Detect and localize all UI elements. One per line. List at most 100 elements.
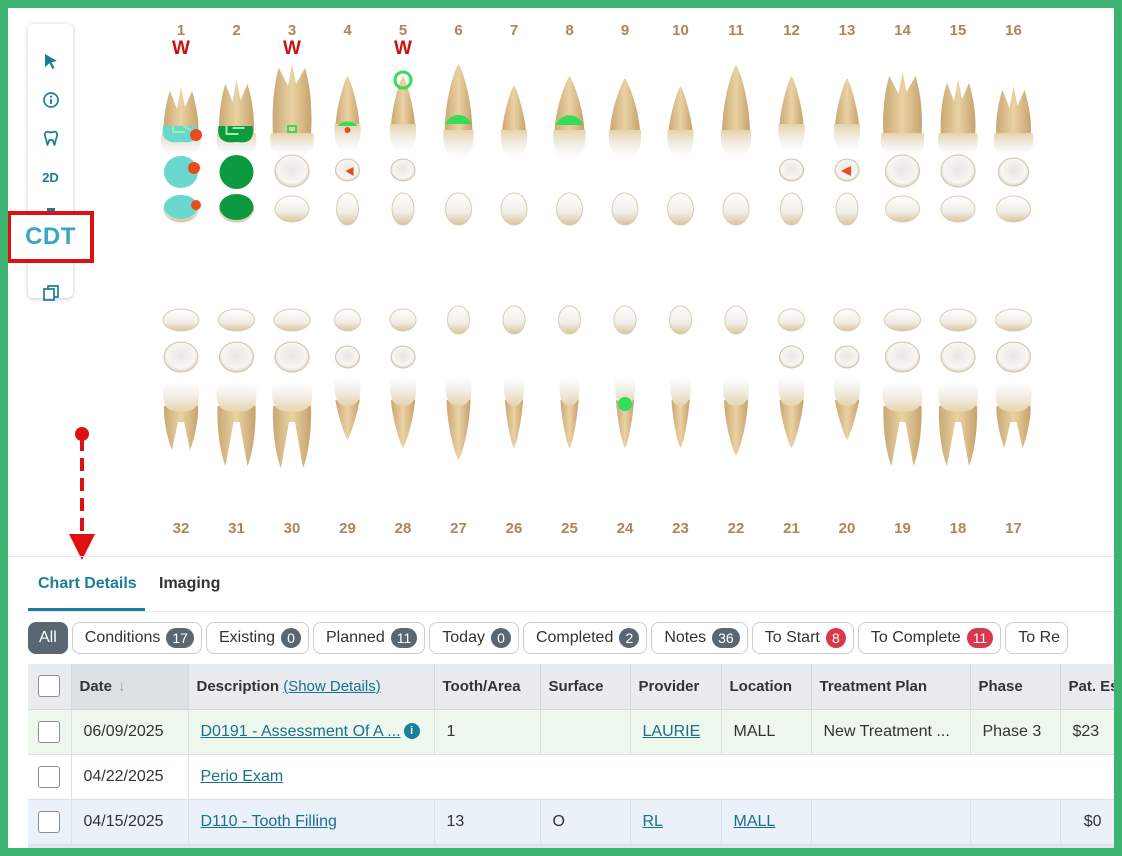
tooth-root — [391, 400, 415, 448]
tooth-root — [724, 400, 748, 456]
provider-link[interactable]: LAURIE — [643, 723, 701, 740]
section-divider — [8, 556, 1114, 557]
tooth-incisal — [218, 308, 255, 332]
tooth-crown — [937, 382, 979, 412]
surface-column-header[interactable]: Surface — [540, 664, 631, 710]
procedure-link[interactable]: Perio Exam — [201, 768, 284, 785]
tooth-root — [560, 400, 579, 448]
procedure-link[interactable]: D0191 - Assessment Of A ... — [201, 723, 401, 740]
tooth-root — [610, 78, 640, 132]
filter-existing[interactable]: Existing 0 — [205, 622, 309, 654]
tooth-crown — [938, 133, 978, 156]
location-link[interactable]: MALL — [734, 813, 776, 830]
tooth-root — [940, 79, 976, 135]
tooth-root — [668, 86, 693, 132]
table-header: Date ↓ Description (Show Details) Tooth/A… — [28, 664, 1114, 710]
location-column-header[interactable]: Location — [721, 664, 812, 710]
tooth-root — [835, 78, 859, 126]
tooth-incisal — [556, 192, 583, 226]
date-column-header[interactable]: Date ↓ — [71, 664, 189, 710]
tab-imaging[interactable]: Imaging — [159, 575, 220, 593]
tooth-crown — [270, 133, 314, 156]
date-cell: 04/15/2025 — [71, 799, 189, 845]
filter-today[interactable]: Today 0 — [429, 622, 519, 654]
tooth-occlusal — [885, 341, 920, 373]
partial-row — [28, 844, 1114, 848]
filter-to-start[interactable]: To Start 8 — [751, 622, 854, 654]
tooth-crown — [995, 382, 1032, 412]
description-header-label: Description — [196, 677, 280, 695]
tooth-occlusal — [940, 154, 976, 188]
provider-link[interactable]: RL — [643, 813, 663, 830]
tooth-root — [883, 72, 922, 135]
count-badge: 2 — [619, 628, 640, 648]
tabs-divider — [28, 611, 1114, 612]
tooth-incisal — [162, 308, 200, 332]
tooth-occlusal — [834, 345, 860, 369]
filter-to-complete[interactable]: To Complete 11 — [857, 622, 1002, 654]
table-row[interactable]: 04/15/2025 D110 - Tooth Filling 13 O RL … — [28, 799, 1114, 845]
alert-count-badge: 8 — [825, 628, 846, 648]
filter-conditions[interactable]: Conditions 17 — [71, 622, 202, 654]
tab-chart-details[interactable]: Chart Details — [38, 575, 137, 593]
decay-marker — [344, 127, 351, 133]
description-cell: Perio Exam — [188, 754, 1114, 800]
tooth-occlusal — [885, 154, 920, 188]
tooth-incisal — [273, 308, 311, 332]
table-row[interactable]: 04/22/2025 Perio Exam — [28, 754, 1114, 800]
tooth-crown — [389, 124, 417, 152]
filter-label: Existing — [218, 629, 275, 646]
tooth-crown — [667, 130, 694, 158]
tooth-occlusal — [996, 341, 1031, 373]
filter-planned[interactable]: Planned 11 — [313, 622, 426, 654]
treatment-plan-cell — [811, 799, 971, 845]
chart-details-table: Date ↓ Description (Show Details) Tooth/A… — [28, 664, 1114, 848]
tooth-cell: 1 — [434, 709, 541, 755]
tooth-occlusal — [779, 158, 804, 182]
tooth-incisal — [722, 192, 750, 226]
filter-notes[interactable]: Notes 36 — [651, 622, 748, 654]
tooth-occlusal — [274, 341, 310, 373]
filter-to-re[interactable]: To Re — [1005, 622, 1069, 654]
tooth-occlusal — [779, 345, 804, 369]
description-cell: D110 - Tooth Filling — [188, 799, 435, 845]
description-column-header: Description (Show Details) — [188, 664, 435, 710]
tooth-area-column-header[interactable]: Tooth/Area — [434, 664, 541, 710]
tooth-cell: 13 — [434, 799, 541, 845]
tooth-crown — [216, 382, 257, 412]
tooth-root — [505, 400, 523, 448]
tooth-incisal — [835, 192, 859, 226]
table-row[interactable]: 06/09/2025 D0191 - Assessment Of A ... i … — [28, 709, 1114, 755]
pat-est-column-header[interactable]: Pat. Es — [1060, 664, 1114, 710]
tooth-incisal — [778, 308, 805, 332]
tooth-incisal — [995, 308, 1032, 332]
filter-all[interactable]: All — [28, 622, 68, 654]
row-checkbox[interactable] — [38, 720, 61, 743]
tooth-root — [779, 400, 804, 448]
select-all-checkbox[interactable] — [38, 675, 61, 698]
phase-column-header[interactable]: Phase — [970, 664, 1061, 710]
tooth-crown — [722, 376, 750, 406]
date-header-label: Date — [79, 677, 113, 695]
tooth-crown — [833, 124, 861, 152]
tooth-incisal — [669, 305, 692, 335]
info-icon[interactable]: i — [403, 722, 420, 739]
crown-marker — [219, 155, 254, 189]
provider-column-header[interactable]: Provider — [630, 664, 722, 710]
row-checkbox[interactable] — [38, 765, 61, 788]
tooth-crown — [882, 382, 923, 412]
procedure-link[interactable]: D110 - Tooth Filling — [201, 813, 337, 830]
location-cell: MALL — [721, 709, 812, 755]
filter-label: Today — [442, 629, 485, 646]
filter-chips: All Conditions 17 Existing 0 Planned 11 Tod… — [28, 622, 1069, 654]
tooth-crown — [833, 376, 861, 406]
tooth-incisal — [274, 195, 310, 223]
table-row[interactable] — [28, 844, 1114, 848]
sort-down-icon[interactable]: ↓ — [118, 678, 126, 695]
show-details-link[interactable]: (Show Details) — [283, 678, 381, 695]
tooth-crown — [162, 382, 200, 412]
row-checkbox[interactable] — [38, 810, 61, 833]
filter-completed[interactable]: Completed 2 — [522, 622, 648, 654]
tooth-crown — [778, 124, 805, 152]
treatment-plan-column-header[interactable]: Treatment Plan — [811, 664, 971, 710]
